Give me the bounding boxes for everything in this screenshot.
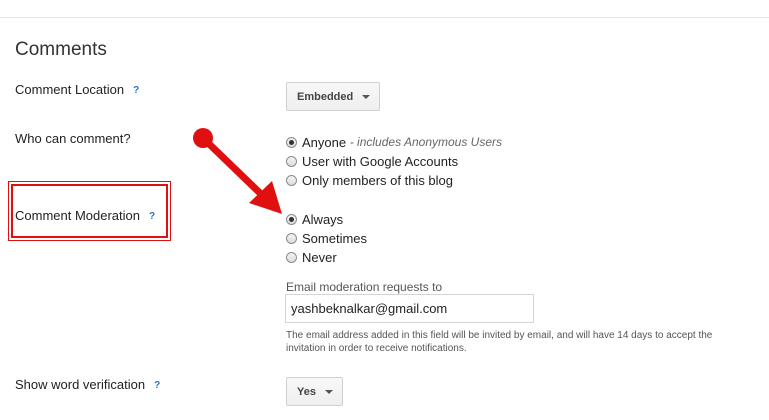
annotation-arrow-icon: [193, 128, 282, 214]
blogger-comments-settings: Comments Comment Location? Embedded Who …: [0, 0, 769, 420]
arrow-shaft: [201, 136, 266, 199]
